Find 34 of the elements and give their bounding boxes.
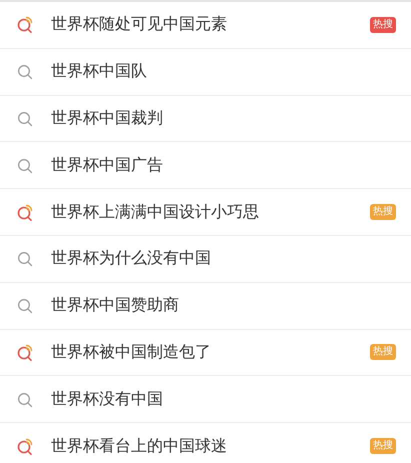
suggestion-row[interactable]: 世界杯没有中国 [0, 376, 411, 424]
suggestion-text: 世界杯中国裁判 [51, 108, 164, 129]
suggestion-row[interactable]: 世界杯中国队 [0, 48, 411, 96]
hot-badge: 热搜 [370, 16, 396, 33]
suggestion-text: 世界杯中国队 [51, 61, 148, 82]
suggestion-row[interactable]: 世界杯看台上的中国球迷 热搜 [0, 423, 411, 463]
suggestion-row[interactable]: 世界杯上满满中国设计小巧思 热搜 [0, 189, 411, 236]
suggestion-row[interactable]: 世界杯为什么没有中国 [0, 236, 411, 283]
hot-search-icon [17, 204, 34, 221]
search-icon [17, 63, 34, 80]
hot-search-icon [17, 16, 34, 34]
suggestion-text: 世界杯中国赞助商 [51, 295, 180, 316]
suggestion-text: 世界杯被中国制造包了 [51, 342, 212, 363]
hot-search-icon [17, 344, 34, 361]
search-icon [17, 156, 34, 174]
suggestion-row[interactable]: 世界杯被中国制造包了 热搜 [0, 330, 411, 376]
suggestion-text: 世界杯中国广告 [51, 154, 164, 176]
suggestion-row[interactable]: 世界杯随处可见中国元素 热搜 [0, 2, 411, 49]
hot-badge: 热搜 [370, 438, 396, 454]
suggestion-row[interactable]: 世界杯中国广告 [0, 142, 411, 190]
suggestion-text: 世界杯看台上的中国球迷 [51, 436, 228, 457]
search-icon [17, 250, 34, 268]
suggestion-row[interactable]: 世界杯中国赞助商 [0, 282, 411, 330]
suggestion-text: 世界杯随处可见中国元素 [51, 14, 228, 36]
search-icon [17, 390, 34, 408]
search-icon [17, 297, 34, 314]
suggestion-text: 世界杯上满满中国设计小巧思 [51, 202, 260, 223]
hot-badge: 热搜 [370, 204, 396, 220]
suggestion-text: 世界杯没有中国 [51, 388, 164, 410]
suggestion-text: 世界杯为什么没有中国 [51, 248, 212, 270]
suggestion-row[interactable]: 世界杯中国裁判 [0, 96, 411, 142]
hot-search-icon [17, 438, 34, 455]
hot-badge: 热搜 [370, 344, 396, 360]
search-icon [17, 110, 34, 127]
